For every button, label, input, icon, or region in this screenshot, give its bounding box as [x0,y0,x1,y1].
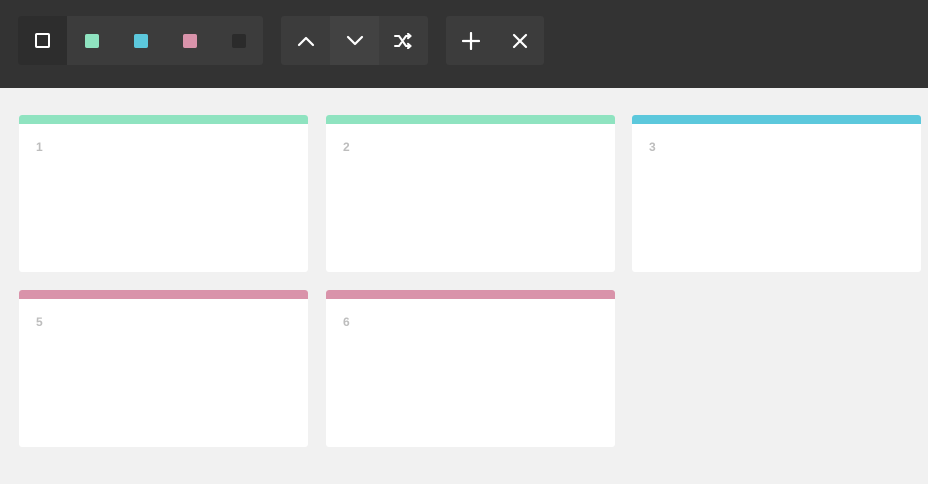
card-number: 3 [649,140,656,154]
card-number: 6 [343,315,350,329]
note-card[interactable]: 6 [326,290,615,447]
rose-swatch-icon [182,33,197,48]
card-color-bar [326,115,615,124]
close-icon [512,33,527,48]
color-button-white[interactable] [18,16,67,65]
card-number: 5 [36,315,43,329]
add-button[interactable] [446,16,495,65]
square-outline-icon [35,33,50,48]
mint-swatch-icon [84,33,99,48]
chevron-up-icon [297,36,314,46]
card-color-bar [19,115,308,124]
color-button-sky[interactable] [116,16,165,65]
card-number: 2 [343,140,350,154]
card-color-bar [19,290,308,299]
toolbar [0,0,928,88]
color-button-rose[interactable] [165,16,214,65]
color-picker-group [18,16,263,65]
color-button-charcoal[interactable] [214,16,263,65]
card-color-bar [326,290,615,299]
note-card[interactable]: 3 [632,115,921,272]
move-up-button[interactable] [281,16,330,65]
color-button-mint[interactable] [67,16,116,65]
chevron-down-icon [346,35,363,45]
plus-icon [461,31,480,50]
sort-group [281,16,428,65]
move-down-button[interactable] [330,16,379,65]
delete-button[interactable] [495,16,544,65]
charcoal-swatch-icon [231,33,246,48]
note-card[interactable]: 2 [326,115,615,272]
shuffle-button[interactable] [379,16,428,65]
card-number: 1 [36,140,43,154]
note-card[interactable]: 1 [19,115,308,272]
card-color-bar [632,115,921,124]
note-card[interactable]: 5 [19,290,308,447]
sky-swatch-icon [133,33,148,48]
action-group [446,16,544,65]
shuffle-icon [393,32,412,49]
